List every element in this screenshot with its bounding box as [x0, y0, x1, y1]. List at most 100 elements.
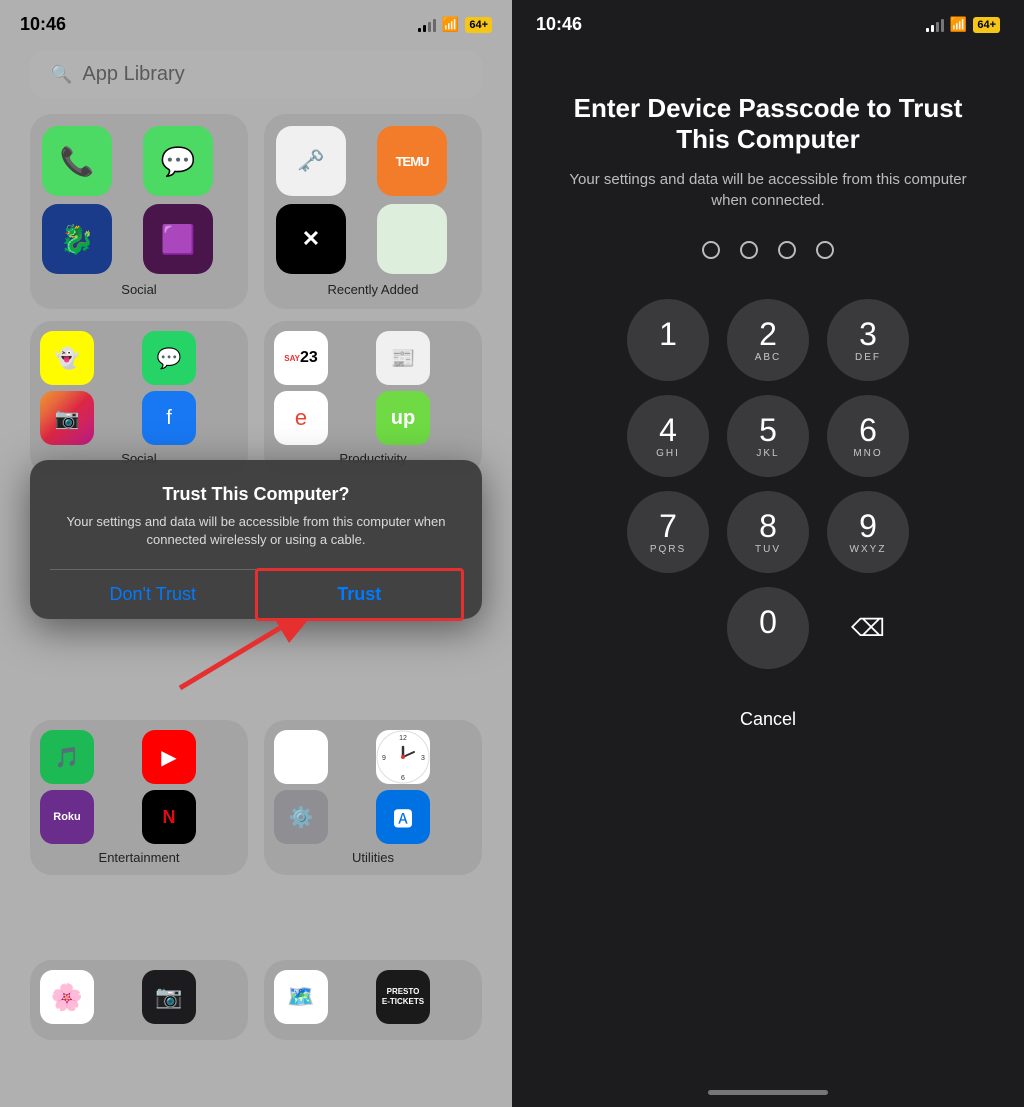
numpad-row-4: 0 0 ⌫	[627, 587, 909, 669]
roku-icon[interactable]: Roku	[40, 790, 94, 844]
dot-3	[778, 241, 796, 259]
instagram-icon[interactable]: 📷	[40, 391, 94, 445]
chrome-icon[interactable]	[274, 730, 328, 784]
youtube-icon[interactable]: ▶	[142, 730, 196, 784]
social-productivity-row: 👻 💬 📷 f Social SAY 23 📰 e up Productivit…	[0, 321, 512, 476]
battery-icon: 64+	[465, 17, 492, 33]
suggestions-label: Social	[42, 282, 236, 297]
keys-app-icon[interactable]: 🗝️	[276, 126, 346, 196]
trust-dialog: Trust This Computer? Your settings and d…	[30, 460, 482, 619]
photos-icon[interactable]: 🌸	[40, 970, 94, 1024]
spotify-icon[interactable]: 🎵	[40, 730, 94, 784]
wifi-icon: 📶	[442, 16, 459, 33]
clock-icon[interactable]: 12 3 6 9	[376, 730, 430, 784]
snapchat-icon[interactable]: 👻	[40, 331, 94, 385]
trust-dialog-title: Trust This Computer?	[50, 484, 462, 505]
suggestions-folder[interactable]: 📞 💬 🐉 🟪 Social	[30, 114, 248, 309]
social-apps: 👻 💬 📷 f	[40, 331, 238, 445]
camera-icon[interactable]: 📷	[142, 970, 196, 1024]
other-social-icon[interactable]: f	[142, 391, 196, 445]
photos-apps: 🌸 📷	[40, 970, 238, 1024]
trust-button[interactable]: Trust	[257, 570, 463, 619]
key-2[interactable]: 2 ABC	[727, 299, 809, 381]
top-folders-row: 📞 💬 🐉 🟪 Social 🗝️ TEMU ✕ Recently Add	[0, 114, 512, 309]
signal-icon	[418, 18, 436, 32]
utilities-folder[interactable]: 12 3 6 9 ⚙️ 🅰 Utilities	[264, 720, 482, 875]
svg-text:3: 3	[421, 755, 425, 762]
productivity-folder[interactable]: SAY 23 📰 e up Productivity	[264, 321, 482, 476]
left-status-icons: 📶 64+	[418, 16, 492, 33]
trust-dialog-buttons: Don't Trust Trust	[50, 569, 462, 619]
search-icon: 🔍	[50, 64, 72, 85]
search-bar[interactable]: 🔍 App Library	[30, 51, 482, 98]
netflix-icon[interactable]: N	[142, 790, 196, 844]
utilities-label: Utilities	[274, 850, 472, 865]
right-battery-icon: 64+	[973, 17, 1000, 33]
slack-app-icon[interactable]: 🟪	[143, 204, 213, 274]
photos-folder[interactable]: 🌸 📷	[30, 960, 248, 1040]
key-9[interactable]: 9 WXYZ	[827, 491, 909, 573]
entertainment-apps: 🎵 ▶ Roku N	[40, 730, 238, 844]
numpad-row-3: 7 PQRS 8 TUV 9 WXYZ	[627, 491, 909, 573]
right-status-icons: 📶 64+	[926, 16, 1000, 33]
dragon-app-icon[interactable]: 🐉	[42, 204, 112, 274]
upwork-icon[interactable]: up	[376, 391, 430, 445]
entertainment-label: Entertainment	[40, 850, 238, 865]
productivity-apps: SAY 23 📰 e up	[274, 331, 472, 445]
x-app-icon[interactable]: ✕	[276, 204, 346, 274]
social-folder[interactable]: 👻 💬 📷 f Social	[30, 321, 248, 476]
whatsapp-icon[interactable]: 💬	[142, 331, 196, 385]
key-8[interactable]: 8 TUV	[727, 491, 809, 573]
messages-app-icon[interactable]: 💬	[143, 126, 213, 196]
dot-4	[816, 241, 834, 259]
key-1[interactable]: 1	[627, 299, 709, 381]
entertainment-folder[interactable]: 🎵 ▶ Roku N Entertainment	[30, 720, 248, 875]
maps-icon[interactable]: 🗺️	[274, 970, 328, 1024]
calendar-icon[interactable]: SAY 23	[274, 331, 328, 385]
recently-added-apps: 🗝️ TEMU ✕	[276, 126, 470, 274]
appstore-icon[interactable]: 🅰	[376, 790, 430, 844]
multi-app-icon[interactable]	[377, 204, 447, 274]
numpad-row-2: 4 GHI 5 JKL 6 MNO	[627, 395, 909, 477]
svg-text:12: 12	[399, 735, 407, 742]
news-icon[interactable]: 📰	[376, 331, 430, 385]
cancel-button[interactable]: Cancel	[710, 699, 826, 740]
passcode-header: Enter Device Passcode to Trust This Comp…	[512, 93, 1024, 211]
key-delete[interactable]: ⌫	[827, 587, 909, 669]
presto-icon[interactable]: PRESTOE-TICKETS	[376, 970, 430, 1024]
numpad-row-1: 1 2 ABC 3 DEF	[627, 299, 909, 381]
left-status-bar: 10:46 📶 64+	[0, 0, 512, 43]
photos-row: 🌸 📷 🗺️ PRESTOE-TICKETS	[30, 960, 482, 1040]
temu-app-icon[interactable]: TEMU	[377, 126, 447, 196]
trust-dialog-body: Your settings and data will be accessibl…	[50, 513, 462, 549]
key-5[interactable]: 5 JKL	[727, 395, 809, 477]
phone-app-icon[interactable]: 📞	[42, 126, 112, 196]
settings-icon[interactable]: ⚙️	[274, 790, 328, 844]
passcode-dots	[702, 241, 834, 259]
recently-added-folder[interactable]: 🗝️ TEMU ✕ Recently Added	[264, 114, 482, 309]
dont-trust-button[interactable]: Don't Trust	[50, 570, 257, 619]
suggestions-apps: 📞 💬 🐉 🟪	[42, 126, 236, 274]
utilities-apps: 12 3 6 9 ⚙️ 🅰	[274, 730, 472, 844]
key-6[interactable]: 6 MNO	[827, 395, 909, 477]
home-indicator	[708, 1090, 828, 1095]
svg-text:6: 6	[401, 775, 405, 782]
key-4[interactable]: 4 GHI	[627, 395, 709, 477]
search-placeholder: App Library	[82, 63, 184, 86]
right-signal-icon	[926, 18, 944, 32]
recently-added-label: Recently Added	[276, 282, 470, 297]
dot-1	[702, 241, 720, 259]
right-time: 10:46	[536, 14, 582, 35]
arrow-indicator	[170, 618, 310, 703]
left-time: 10:46	[20, 14, 66, 35]
right-panel: 10:46 📶 64+ Enter Device Passcode to Tru…	[512, 0, 1024, 1107]
entertainment-utilities-row: 🎵 ▶ Roku N Entertainment	[30, 720, 482, 875]
left-panel: 10:46 📶 64+ 🔍 App Library 📞 💬 🐉 🟪	[0, 0, 512, 1107]
key-3[interactable]: 3 DEF	[827, 299, 909, 381]
key-7[interactable]: 7 PQRS	[627, 491, 709, 573]
gmail-icon[interactable]: e	[274, 391, 328, 445]
key-0-center[interactable]: 0	[727, 587, 809, 669]
dot-2	[740, 241, 758, 259]
right-wifi-icon: 📶	[950, 16, 967, 33]
maps-folder[interactable]: 🗺️ PRESTOE-TICKETS	[264, 960, 482, 1040]
